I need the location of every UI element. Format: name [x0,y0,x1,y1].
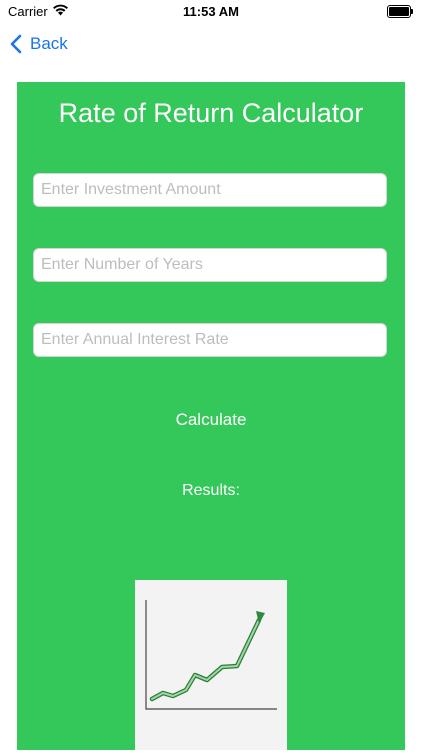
number-of-years-input[interactable] [33,248,387,282]
results-label: Results: [182,482,240,499]
battery-icon [387,5,413,18]
calculate-button[interactable]: Calculate [17,410,405,430]
clock: 11:53 AM [183,4,239,19]
navigation-bar: Back [0,24,422,64]
investment-amount-input[interactable] [33,173,387,207]
back-label: Back [30,34,68,53]
chevron-left-icon [10,34,22,54]
status-bar: Carrier 11:53 AM [0,0,422,24]
back-button[interactable]: Back [10,32,68,56]
annual-interest-rate-input[interactable] [33,323,387,357]
calculator-panel: Rate of Return Calculator Calculate Resu… [17,82,405,750]
growth-chart-image [135,580,287,750]
page-title: Rate of Return Calculator [58,98,364,128]
